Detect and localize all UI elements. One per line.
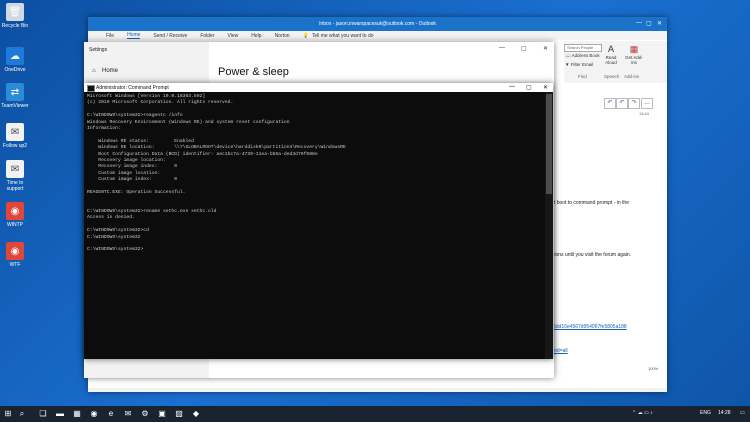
desktop-icon-glyph: ✉ xyxy=(6,160,24,178)
settings-taskbar-icon[interactable]: ⚙ xyxy=(140,409,150,419)
menu-folder[interactable]: Folder xyxy=(200,33,214,39)
home-icon: ⌂ xyxy=(92,68,96,74)
store-icon[interactable]: ▦ xyxy=(72,409,82,419)
tell-me-box[interactable]: Tell me what you want to do xyxy=(312,33,374,39)
notifications-icon[interactable]: ▭ xyxy=(740,410,745,416)
reading-pane: ↶ ↶ ↷ … 13:44 't boot to command prompt … xyxy=(553,83,667,388)
outlook-title-bar: Inbox - jason.inwarspacesuk@outlook.com … xyxy=(88,17,667,31)
store-icon: ▦ xyxy=(629,44,639,54)
desktop-icon-glyph: ◉ xyxy=(6,202,24,220)
lightbulb-icon: 💡 xyxy=(302,32,309,39)
read-aloud-icon: A xyxy=(607,44,614,54)
desktop-icon-label: TeamViewer xyxy=(1,103,29,109)
minimize-icon[interactable]: — xyxy=(636,20,642,26)
outlook-ribbon: Search People 📖 Address Book ▼ Filter Em… xyxy=(564,41,667,83)
find-group-label: Find xyxy=(578,74,587,79)
taskbar: ⊞ ⌕ ❏ ▬ ▦ ◉ e ✉ ⚙ ▣ ▨ ◆ ⌃ ☁ ▭ ♪ ENG 14:2… xyxy=(0,406,750,422)
clock[interactable]: 14:28 xyxy=(718,410,731,416)
menu-file[interactable]: File xyxy=(106,33,114,39)
forward-icon[interactable]: ↷ xyxy=(628,98,640,109)
speech-group-label: Speech xyxy=(604,74,620,79)
outlook-menu-bar: File Home Send / Receive Folder View Hel… xyxy=(88,31,667,40)
windows-start-icon[interactable]: ⊞ xyxy=(3,409,13,419)
cmd-title-bar: Administrator: Command Prompt — ▢ ✕ xyxy=(84,83,553,92)
desktop-icon-label: support xyxy=(6,186,24,192)
desktop-icon[interactable]: ◉ WINTP xyxy=(0,202,30,228)
desktop-icon-glyph: ☁ xyxy=(6,47,24,65)
minimize-icon[interactable]: — xyxy=(499,45,505,51)
desktop-icon-label: OneDrive xyxy=(4,67,26,73)
desktop-icon[interactable]: ✉ Follow up2 xyxy=(0,123,30,149)
search-icon[interactable]: ⌕ xyxy=(17,409,27,419)
filter-email-button[interactable]: ▼ Filter Email xyxy=(565,62,593,67)
message-text: tions until you visit the forum again. xyxy=(553,252,632,258)
desktop-icon-label: Recycle Bin xyxy=(1,23,29,29)
tray-icons[interactable]: ⌃ ☁ ▭ ♪ xyxy=(632,410,653,416)
get-addins-button[interactable]: ▦ Get Add-ins xyxy=(624,44,644,65)
desktop-icon[interactable]: ⇄ TeamViewer xyxy=(0,83,30,109)
addins-group-label: Add-ins xyxy=(624,74,640,79)
cmd-scrollbar[interactable] xyxy=(545,92,553,359)
maximize-icon[interactable]: ▢ xyxy=(646,20,652,27)
outlook-title: Inbox - jason.inwarspacesuk@outlook.com … xyxy=(319,21,436,27)
more-icon[interactable]: … xyxy=(641,98,653,109)
desktop-icon[interactable]: 🗑 Recycle Bin xyxy=(0,3,30,29)
search-people-input[interactable]: Search People xyxy=(564,44,602,52)
outlook-taskbar-icon[interactable]: ✉ xyxy=(123,409,133,419)
message-link[interactable]: eid=all xyxy=(553,348,568,354)
cmd-output[interactable]: Microsoft Windows [Version 10.0.18363.59… xyxy=(87,94,539,254)
message-text: 't boot to command prompt - in the xyxy=(553,200,629,206)
app-icon[interactable]: ◆ xyxy=(191,409,201,419)
desktop-icon[interactable]: ☁ OneDrive xyxy=(0,47,30,73)
maximize-icon[interactable]: ▢ xyxy=(521,45,527,52)
desktop-icon-label: Follow up2 xyxy=(2,143,28,149)
cmd-line: C:\WINDOWS\system32> xyxy=(87,247,144,253)
minimize-icon[interactable]: — xyxy=(509,84,515,90)
desktop-icon-glyph: 🗑 xyxy=(6,3,24,21)
reply-icon[interactable]: ↶ xyxy=(604,98,616,109)
desktop-icon[interactable]: ✉ Time to support xyxy=(0,160,30,192)
cmd-icon xyxy=(87,85,95,92)
desktop-icon-label: WINTP xyxy=(6,222,24,228)
menu-help[interactable]: Help xyxy=(251,33,261,39)
zoom-level[interactable]: 100% xyxy=(648,366,658,371)
cmd-taskbar-icon[interactable]: ▣ xyxy=(157,409,167,419)
language-indicator[interactable]: ENG xyxy=(700,410,711,416)
settings-title: Settings xyxy=(89,47,108,53)
maximize-icon[interactable]: ▢ xyxy=(526,84,532,91)
page-title: Power & sleep xyxy=(218,66,289,78)
message-link[interactable]: 6dd16e4567d954067fe5805a188 xyxy=(553,324,627,330)
outlook-status-bar xyxy=(88,388,667,392)
photos-icon[interactable]: ▨ xyxy=(174,409,184,419)
desktop-icon-label: WTF xyxy=(9,262,21,268)
reply-all-icon[interactable]: ↶ xyxy=(616,98,628,109)
read-aloud-button[interactable]: A Read Aloud xyxy=(601,44,621,65)
command-prompt-window[interactable]: Administrator: Command Prompt — ▢ ✕ Micr… xyxy=(84,83,553,359)
menu-norton[interactable]: Norton xyxy=(275,33,290,39)
desktop-icon-glyph: ⇄ xyxy=(6,83,24,101)
close-icon[interactable]: ✕ xyxy=(543,45,548,52)
task-view-icon[interactable]: ❏ xyxy=(38,409,48,419)
desktop-icon-glyph: ◉ xyxy=(6,242,24,260)
cmd-title: Administrator: Command Prompt xyxy=(96,85,169,91)
close-icon[interactable]: ✕ xyxy=(543,84,548,91)
message-time: 13:44 xyxy=(639,111,650,116)
chrome-icon[interactable]: ◉ xyxy=(89,409,99,419)
settings-home-link[interactable]: ⌂ Home xyxy=(92,68,118,74)
edge-icon[interactable]: e xyxy=(106,409,116,419)
desktop-icon-glyph: ✉ xyxy=(6,123,24,141)
menu-view[interactable]: View xyxy=(228,33,239,39)
file-explorer-icon[interactable]: ▬ xyxy=(55,409,65,419)
menu-home[interactable]: Home xyxy=(127,32,141,39)
desktop-icon[interactable]: ◉ WTF xyxy=(0,242,30,268)
close-icon[interactable]: ✕ xyxy=(657,20,662,27)
address-book-button[interactable]: 📖 Address Book xyxy=(565,53,600,59)
cmd-scroll-thumb[interactable] xyxy=(546,94,552,194)
menu-send-receive[interactable]: Send / Receive xyxy=(153,33,187,39)
